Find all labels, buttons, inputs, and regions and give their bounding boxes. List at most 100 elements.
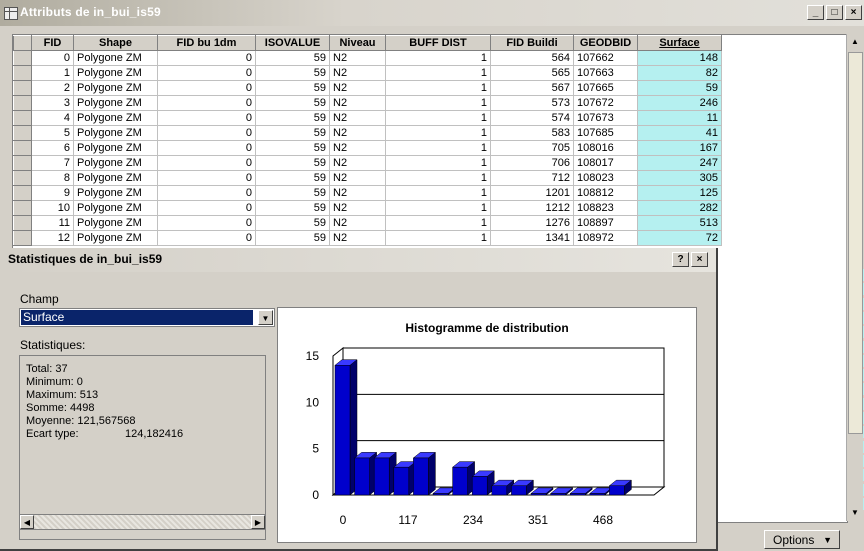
table-row[interactable]: 11 Polygone ZM 0 59 N2 1 1276 108897 513: [13, 215, 722, 231]
table-cell[interactable]: 1: [385, 155, 491, 171]
table-cell[interactable]: 1: [385, 125, 491, 141]
table-row[interactable]: 7 Polygone ZM 0 59 N2 1 706 108017 247: [13, 155, 722, 171]
table-cell[interactable]: 59: [255, 170, 330, 186]
table-row[interactable]: 6 Polygone ZM 0 59 N2 1 705 108016 167: [13, 140, 722, 156]
table-cell[interactable]: 59: [255, 80, 330, 96]
table-cell[interactable]: 41: [637, 125, 722, 141]
table-row[interactable]: 4 Polygone ZM 0 59 N2 1 574 107673 11: [13, 110, 722, 126]
table-cell[interactable]: Polygone ZM: [73, 65, 158, 81]
table-cell[interactable]: 1: [385, 80, 491, 96]
table-cell[interactable]: N2: [329, 170, 386, 186]
table-row[interactable]: 3 Polygone ZM 0 59 N2 1 573 107672 246: [13, 95, 722, 111]
table-cell[interactable]: 1: [385, 65, 491, 81]
table-cell[interactable]: Polygone ZM: [73, 95, 158, 111]
table-cell[interactable]: 125: [637, 185, 722, 201]
minimize-button[interactable]: _: [807, 5, 824, 20]
row-selector[interactable]: [13, 110, 32, 126]
table-row[interactable]: 5 Polygone ZM 0 59 N2 1 583 107685 41: [13, 125, 722, 141]
row-selector[interactable]: [13, 170, 32, 186]
column-header-surface[interactable]: Surface: [637, 35, 722, 51]
table-cell[interactable]: 5: [31, 125, 74, 141]
table-cell[interactable]: 107685: [573, 125, 638, 141]
table-cell[interactable]: N2: [329, 185, 386, 201]
row-selector[interactable]: [13, 95, 32, 111]
table-cell[interactable]: 59: [255, 185, 330, 201]
table-cell[interactable]: Polygone ZM: [73, 110, 158, 126]
table-cell[interactable]: 107662: [573, 50, 638, 66]
table-cell[interactable]: 565: [490, 65, 574, 81]
table-cell[interactable]: 0: [157, 170, 256, 186]
table-cell[interactable]: 1276: [490, 215, 574, 231]
table-cell[interactable]: 712: [490, 170, 574, 186]
table-cell[interactable]: 305: [637, 170, 722, 186]
table-cell[interactable]: 148: [637, 50, 722, 66]
row-selector[interactable]: [13, 230, 32, 246]
table-cell[interactable]: 1201: [490, 185, 574, 201]
table-cell[interactable]: Polygone ZM: [73, 230, 158, 246]
table-cell[interactable]: N2: [329, 200, 386, 216]
scroll-up-arrow-icon[interactable]: ▲: [847, 34, 863, 50]
table-cell[interactable]: 59: [255, 95, 330, 111]
table-cell[interactable]: 4: [31, 110, 74, 126]
table-cell[interactable]: 1: [385, 50, 491, 66]
table-cell[interactable]: N2: [329, 65, 386, 81]
table-cell[interactable]: 59: [255, 155, 330, 171]
row-selector[interactable]: [13, 50, 32, 66]
table-cell[interactable]: 0: [157, 95, 256, 111]
table-cell[interactable]: N2: [329, 95, 386, 111]
horizontal-scrollbar[interactable]: ◀ ▶: [19, 514, 266, 530]
table-cell[interactable]: Polygone ZM: [73, 50, 158, 66]
table-cell[interactable]: 0: [157, 140, 256, 156]
table-cell[interactable]: 1341: [490, 230, 574, 246]
window-title-bar[interactable]: Attributs de in_bui_is59 _ □ ×: [0, 0, 864, 26]
table-cell[interactable]: Polygone ZM: [73, 185, 158, 201]
table-cell[interactable]: Polygone ZM: [73, 140, 158, 156]
table-cell[interactable]: 247: [637, 155, 722, 171]
table-cell[interactable]: 583: [490, 125, 574, 141]
table-cell[interactable]: 107663: [573, 65, 638, 81]
table-cell[interactable]: 59: [255, 125, 330, 141]
row-selector[interactable]: [13, 140, 32, 156]
table-row[interactable]: 12 Polygone ZM 0 59 N2 1 1341 108972 72: [13, 230, 722, 246]
table-cell[interactable]: 11: [637, 110, 722, 126]
row-selector[interactable]: [13, 80, 32, 96]
column-header[interactable]: Shape: [73, 35, 158, 51]
table-row[interactable]: 0 Polygone ZM 0 59 N2 1 564 107662 148: [13, 50, 722, 66]
table-cell[interactable]: 0: [157, 230, 256, 246]
table-cell[interactable]: 1212: [490, 200, 574, 216]
row-selector[interactable]: [13, 215, 32, 231]
table-cell[interactable]: 8: [31, 170, 74, 186]
table-cell[interactable]: 108023: [573, 170, 638, 186]
table-cell[interactable]: Polygone ZM: [73, 200, 158, 216]
row-selector-header[interactable]: [13, 35, 32, 51]
row-selector[interactable]: [13, 125, 32, 141]
table-cell[interactable]: 59: [255, 230, 330, 246]
table-cell[interactable]: 1: [385, 140, 491, 156]
chevron-down-icon[interactable]: ▼: [258, 310, 273, 325]
table-cell[interactable]: N2: [329, 80, 386, 96]
table-cell[interactable]: 0: [157, 185, 256, 201]
maximize-button[interactable]: □: [826, 5, 843, 20]
table-cell[interactable]: 0: [157, 80, 256, 96]
column-header[interactable]: ISOVALUE: [255, 35, 330, 51]
table-cell[interactable]: 0: [31, 50, 74, 66]
close-button[interactable]: ×: [845, 5, 862, 20]
table-cell[interactable]: 513: [637, 215, 722, 231]
table-cell[interactable]: 1: [385, 215, 491, 231]
table-cell[interactable]: 9: [31, 185, 74, 201]
column-header[interactable]: BUFF DIST: [385, 35, 491, 51]
table-cell[interactable]: 12: [31, 230, 74, 246]
table-cell[interactable]: 59: [255, 50, 330, 66]
table-cell[interactable]: 0: [157, 65, 256, 81]
table-cell[interactable]: N2: [329, 230, 386, 246]
column-header[interactable]: FID Buildi: [490, 35, 574, 51]
table-cell[interactable]: 107672: [573, 95, 638, 111]
table-cell[interactable]: 1: [385, 110, 491, 126]
table-cell[interactable]: Polygone ZM: [73, 80, 158, 96]
table-cell[interactable]: N2: [329, 140, 386, 156]
table-cell[interactable]: 7: [31, 155, 74, 171]
table-cell[interactable]: 59: [255, 110, 330, 126]
dialog-close-button[interactable]: ×: [691, 252, 708, 267]
table-cell[interactable]: 10: [31, 200, 74, 216]
scroll-right-arrow-icon[interactable]: ▶: [251, 515, 265, 529]
